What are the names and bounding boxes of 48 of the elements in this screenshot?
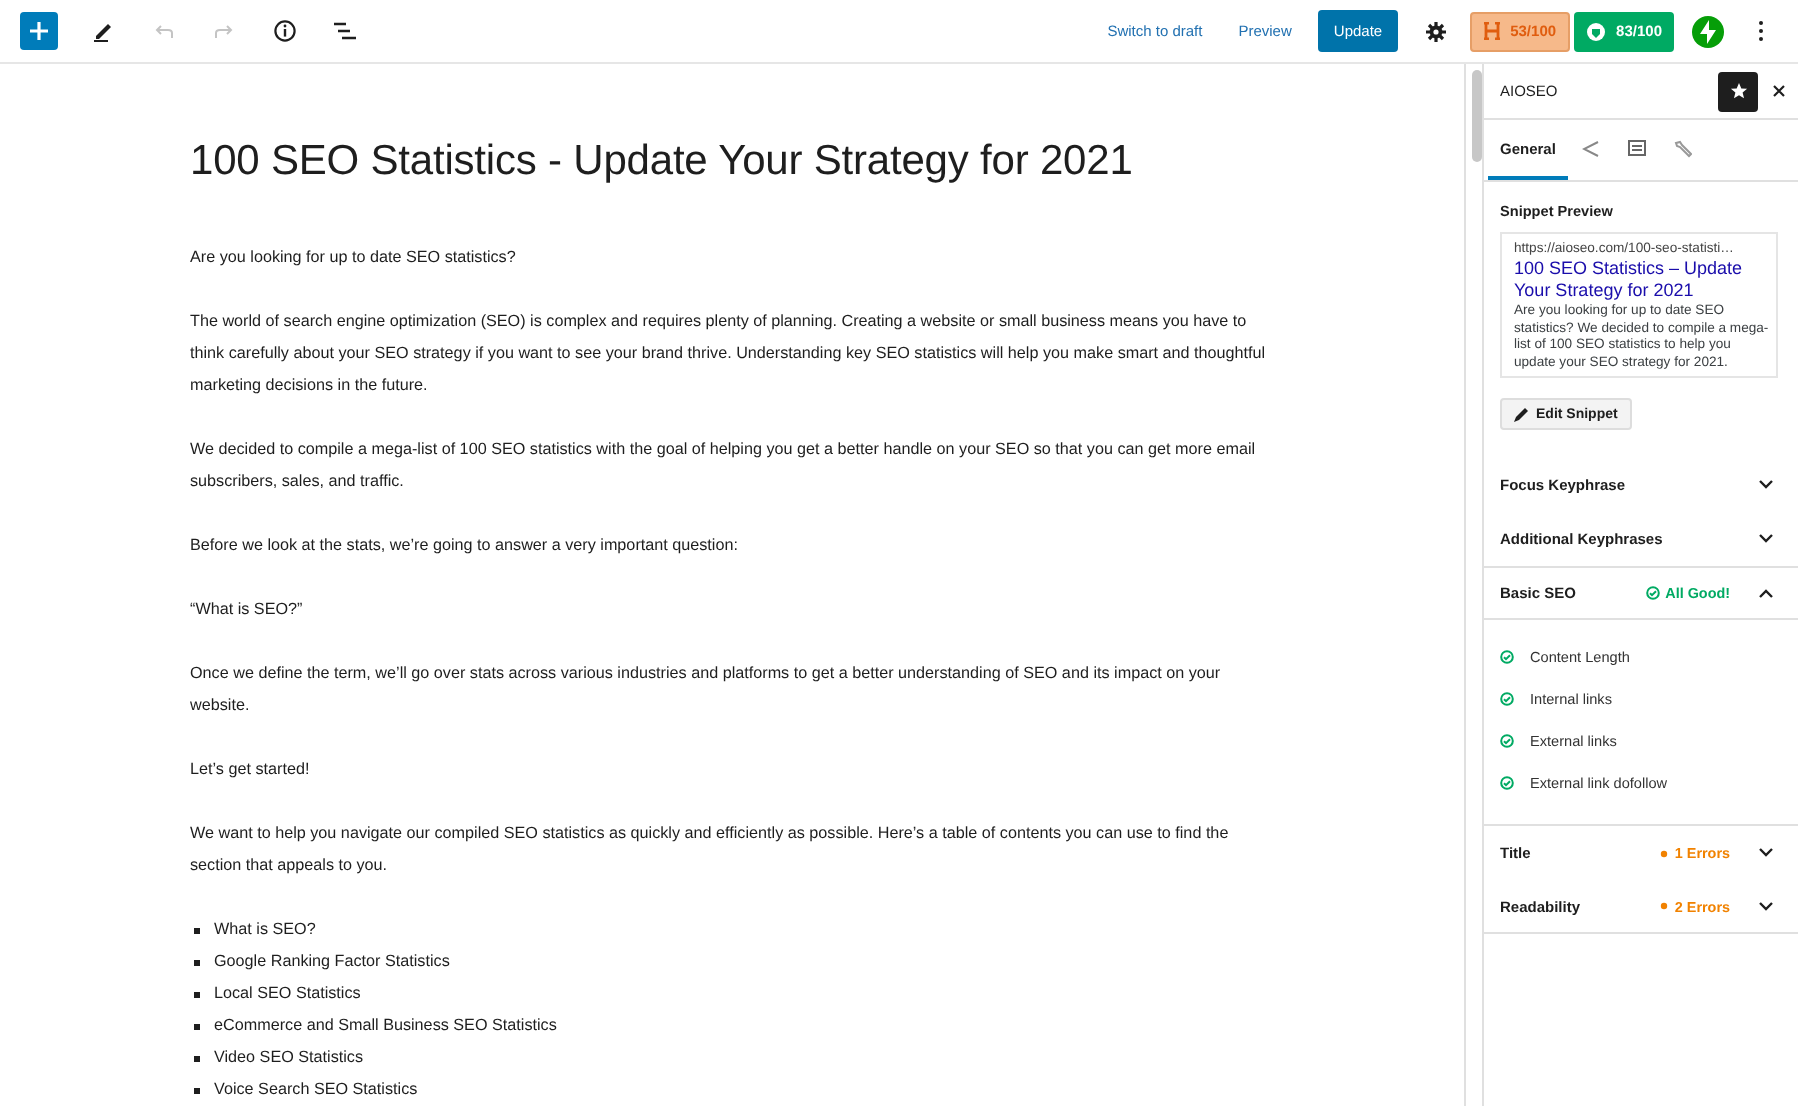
paragraph: Before we look at the stats, we’re going to answer a very important question: (190, 534, 740, 558)
list-item: Video SEO Statistics (214, 1048, 364, 1066)
layout-icon (1627, 140, 1646, 156)
bullet-icon (194, 992, 199, 997)
bullet-icon (194, 1056, 199, 1061)
pencil-icon (1514, 407, 1528, 422)
letter-mark-icon (1484, 22, 1501, 40)
list-view-icon (333, 22, 355, 40)
list-item: Voice Search SEO Statistics (214, 1080, 418, 1098)
paragraph: Let’s get started! (190, 758, 312, 782)
list-item: Google Ranking Factor Statistics (214, 952, 450, 970)
pencil-icon (94, 20, 114, 42)
add-block-button[interactable] (20, 12, 58, 50)
post-title[interactable]: 100 SEO Statistics - Update Your Strategy for 2021 (190, 138, 1280, 186)
bullet-icon (194, 1024, 199, 1029)
wrench-icon (1673, 139, 1692, 157)
star-icon (1729, 82, 1747, 100)
chevron-down-icon (1758, 534, 1774, 545)
paragraph: Are you looking for up to date SEO statistics? (190, 246, 518, 270)
lightning-icon (1692, 15, 1724, 47)
shield-icon (1586, 21, 1607, 41)
chevron-down-icon (1758, 848, 1774, 859)
more-icon (1757, 20, 1763, 42)
chevron-down-icon (1758, 480, 1774, 491)
chevron-down-icon (1758, 901, 1774, 912)
close-icon (1771, 84, 1785, 98)
paragraph: The world of search engine optimization (SEO) is complex and requires plenty of planning. Creating a website or small business means you have to think carefully about your SEO strategy if you want to see your brand thrive. Understanding key SEO statistics will help you make smart and thoughtful marketing decisions in the future. (190, 310, 1268, 398)
paragraph: We want to help you navigate our compiled SEO statistics as quickly and efficiently as possible. Here’s a table of contents you can use to find the section that appeals to you. (190, 822, 1231, 878)
share-icon (1581, 139, 1600, 157)
plus-icon (30, 22, 48, 40)
list-item: What is SEO? (214, 920, 316, 938)
dot-icon (1660, 849, 1669, 858)
pin-button[interactable] (1718, 71, 1758, 111)
check-circle-icon (1645, 586, 1660, 601)
bullet-icon (194, 960, 199, 965)
dot-icon (1660, 902, 1669, 911)
list-item: Local SEO Statistics (214, 984, 361, 1002)
paragraph: We decided to compile a mega-list of 100 SEO statistics with the goal of helping you get a better handle on your SEO so that you can get more email subscribers, sales, and traffic. (190, 438, 1258, 494)
bullet-icon (194, 928, 199, 933)
list-item: eCommerce and Small Business SEO Statistics (214, 1016, 557, 1034)
settings-icon (1426, 21, 1447, 41)
bullet-icon (194, 1088, 199, 1093)
info-icon (273, 20, 295, 42)
paragraph: Once we define the term, we’ll go over stats across various industries and platforms to get a better understanding of SEO and its impact on your website. (190, 662, 1223, 718)
snippet-title: 100 SEO Statistics – Update Your Strategy for 2021 (1514, 258, 1745, 302)
paragraph: “What is SEO?” (190, 598, 305, 622)
chevron-up-icon (1758, 588, 1774, 599)
scrollbar[interactable] (1472, 70, 1482, 162)
